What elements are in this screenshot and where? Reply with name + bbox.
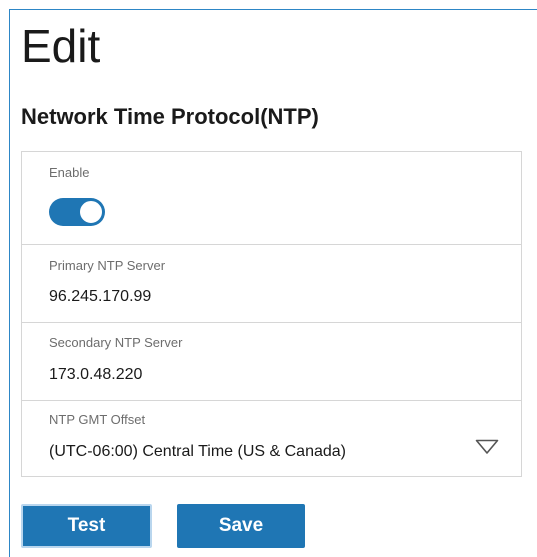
primary-ntp-row: Primary NTP Server 96.245.170.99	[22, 245, 521, 323]
primary-ntp-field[interactable]: 96.245.170.99	[49, 288, 151, 306]
gmt-offset-label: NTP GMT Offset	[49, 412, 146, 427]
gmt-offset-select[interactable]: NTP GMT Offset (UTC-06:00) Central Time …	[22, 401, 521, 477]
secondary-ntp-field[interactable]: 173.0.48.220	[49, 366, 142, 384]
secondary-ntp-row: Secondary NTP Server 173.0.48.220	[22, 323, 521, 401]
enable-row: Enable	[22, 152, 521, 245]
page-title: Edit	[21, 20, 101, 72]
toggle-knob	[78, 199, 104, 225]
edit-panel: Edit Network Time Protocol(NTP) Enable P…	[9, 9, 537, 557]
gmt-offset-row: NTP GMT Offset (UTC-06:00) Central Time …	[22, 401, 521, 476]
test-button[interactable]: Test	[21, 504, 152, 548]
save-button[interactable]: Save	[177, 504, 305, 548]
section-title: Network Time Protocol(NTP)	[21, 104, 319, 129]
chevron-down-icon	[475, 439, 499, 454]
primary-ntp-label: Primary NTP Server	[49, 258, 166, 273]
enable-label: Enable	[49, 165, 90, 180]
secondary-ntp-label: Secondary NTP Server	[49, 335, 183, 350]
enable-toggle[interactable]	[49, 198, 105, 226]
ntp-settings-box: Enable Primary NTP Server 96.245.170.99 …	[21, 151, 522, 477]
gmt-offset-value: (UTC-06:00) Central Time (US & Canada)	[49, 443, 346, 460]
